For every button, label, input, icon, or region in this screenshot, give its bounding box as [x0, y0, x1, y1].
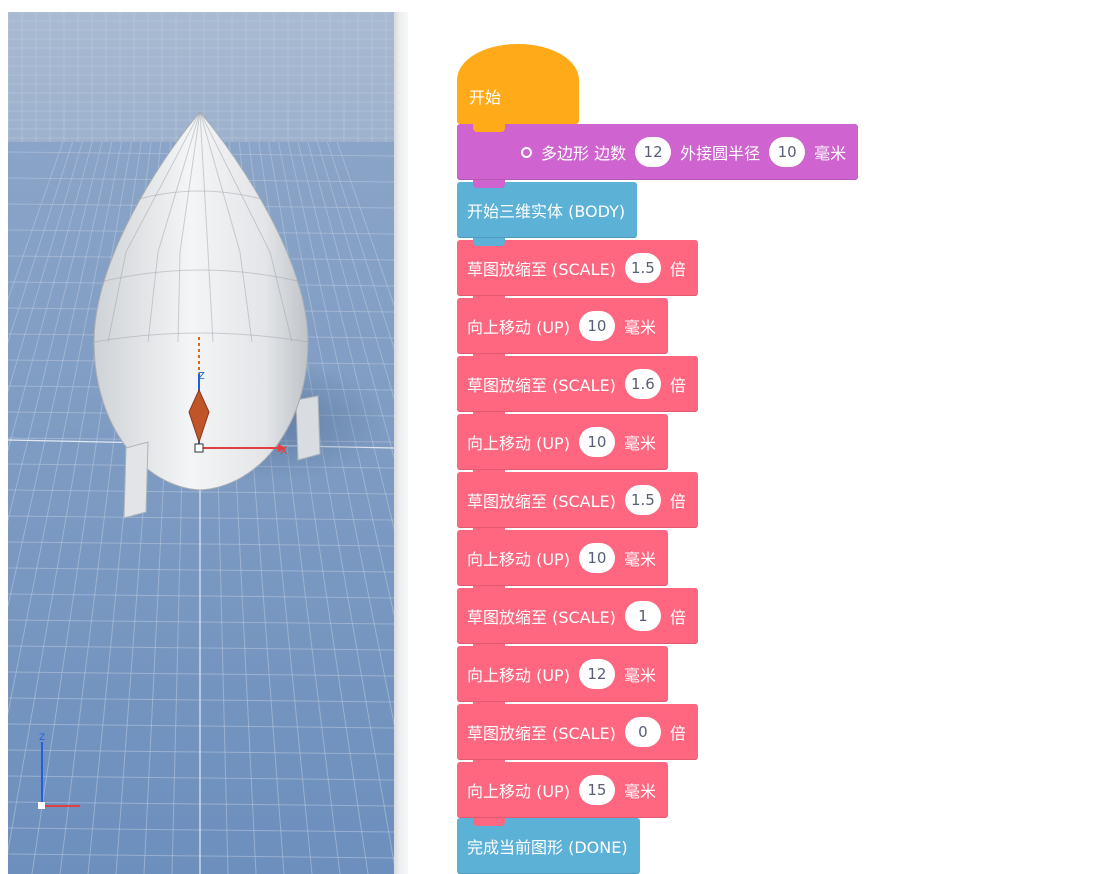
done-block[interactable]: 完成当前图形 (DONE): [457, 818, 640, 874]
gizmo-x-label: X: [280, 444, 288, 457]
polygon-block-label: 多边形 边数: [541, 144, 627, 163]
polygon-unit-label: 毫米: [814, 144, 847, 163]
move-up-block[interactable]: 向上移动 (UP) 12 毫米: [457, 646, 668, 710]
scale-block[interactable]: 草图放缩至 (SCALE) 1.6 倍: [457, 356, 698, 420]
block-unit-label: 毫米: [623, 434, 656, 453]
viewport-canvas[interactable]: Z X Z: [8, 12, 394, 874]
block-value-input[interactable]: 1.6: [624, 369, 661, 399]
block-value-input[interactable]: 1.5: [624, 485, 661, 515]
block-label: 草图放缩至 (SCALE): [467, 260, 616, 279]
panel-splitter[interactable]: [394, 12, 408, 874]
done-block-label: 完成当前图形 (DONE): [467, 838, 628, 857]
block-value-input[interactable]: 1.5: [624, 253, 661, 283]
scale-block[interactable]: 草图放缩至 (SCALE) 1 倍: [457, 588, 698, 652]
block-value-input[interactable]: 10: [578, 427, 615, 457]
circle-outline-icon: [521, 146, 532, 158]
move-up-block[interactable]: 向上移动 (UP) 10 毫米: [457, 530, 668, 594]
move-up-block[interactable]: 向上移动 (UP) 10 毫米: [457, 414, 668, 478]
block-unit-label: 倍: [669, 260, 686, 279]
block-label: 向上移动 (UP): [467, 782, 570, 801]
triad-z-label: Z: [39, 733, 45, 743]
3d-viewport[interactable]: Z X Z: [8, 12, 394, 874]
block-label: 向上移动 (UP): [467, 666, 570, 685]
start-hat-block[interactable]: 开始: [457, 44, 579, 132]
polygon-radius-input[interactable]: 10: [769, 137, 806, 167]
block-unit-label: 倍: [669, 376, 686, 395]
block-value-input[interactable]: 15: [578, 775, 615, 805]
block-unit-label: 倍: [669, 724, 686, 743]
polygon-radius-label: 外接圆半径: [680, 144, 761, 163]
block-label: 草图放缩至 (SCALE): [467, 492, 616, 511]
block-unit-label: 毫米: [623, 666, 656, 685]
block-value-input[interactable]: 10: [578, 543, 615, 573]
block-unit-label: 倍: [669, 608, 686, 627]
block-value-input[interactable]: 1: [624, 601, 661, 631]
block-unit-label: 毫米: [623, 782, 656, 801]
block-label: 草图放缩至 (SCALE): [467, 376, 616, 395]
block-label: 向上移动 (UP): [467, 318, 570, 337]
polygon-sides-input[interactable]: 12: [635, 137, 672, 167]
scale-block[interactable]: 草图放缩至 (SCALE) 1.5 倍: [457, 472, 698, 536]
body-block[interactable]: 开始三维实体 (BODY): [457, 182, 638, 246]
block-value-input[interactable]: 0: [624, 717, 661, 747]
move-up-block[interactable]: 向上移动 (UP) 15 毫米: [457, 762, 668, 826]
polygon-block[interactable]: 多边形 边数 12 外接圆半径 10 毫米: [457, 124, 859, 188]
rocket-leg-left: [123, 441, 149, 519]
move-up-block[interactable]: 向上移动 (UP) 10 毫米: [457, 298, 668, 362]
block-label: 向上移动 (UP): [467, 434, 570, 453]
start-block-label: 开始: [469, 88, 502, 107]
gizmo-z-label: Z: [198, 371, 205, 382]
block-label: 草图放缩至 (SCALE): [467, 724, 616, 743]
block-unit-label: 倍: [669, 492, 686, 511]
scale-block[interactable]: 草图放缩至 (SCALE) 1.5 倍: [457, 240, 698, 304]
block-unit-label: 毫米: [623, 318, 656, 337]
block-unit-label: 毫米: [623, 550, 656, 569]
block-label: 向上移动 (UP): [467, 550, 570, 569]
rocket-leg-right: [295, 395, 321, 461]
scale-block[interactable]: 草图放缩至 (SCALE) 0 倍: [457, 704, 698, 768]
body-block-label: 开始三维实体 (BODY): [467, 202, 626, 221]
block-label: 草图放缩至 (SCALE): [467, 608, 616, 627]
block-value-input[interactable]: 12: [578, 659, 615, 689]
block-value-input[interactable]: 10: [578, 311, 615, 341]
